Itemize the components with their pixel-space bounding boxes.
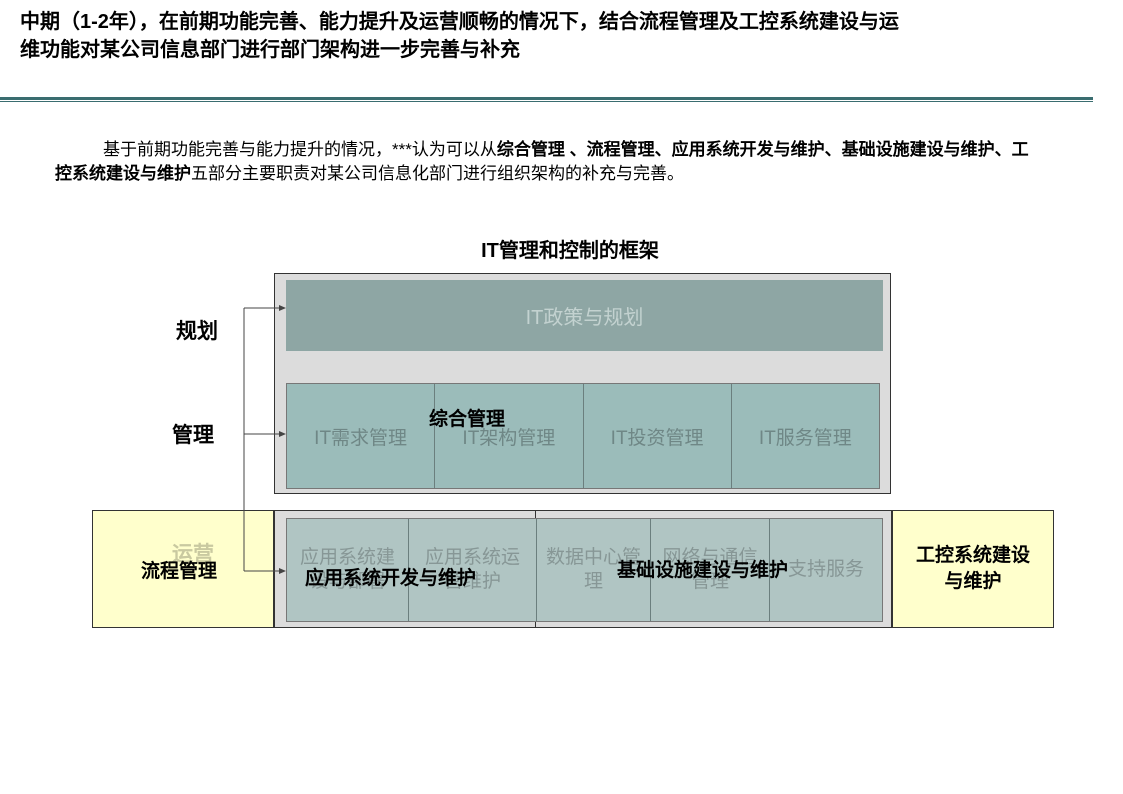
label-management: 管理 (172, 424, 214, 447)
slide-title: 中期（1-2年），在前期功能完善、能力提升及运营顺畅的情况下，结合流程管理及工控… (20, 11, 899, 61)
mgmt-cell-investment: IT投资管理 (584, 384, 732, 488)
label-app-dev-maintenance: 应用系统开发与维护 (305, 568, 477, 589)
ics-construction-box: 工控系统建设与维护 (892, 510, 1054, 628)
title-rule (0, 97, 1093, 100)
ics-construction-label: 工控系统建设与维护 (915, 545, 1030, 592)
intro-text-1: 基于前期功能完善与能力提升的情况，***认为可以从 (103, 140, 497, 159)
it-policy-bar: IT政策与规划 (286, 280, 883, 351)
label-process-management: 流程管理 (141, 561, 218, 582)
it-policy-label: IT政策与规划 (525, 307, 644, 329)
label-comprehensive-management: 综合管理 (429, 409, 506, 430)
mgmt-cell-architecture: IT架构管理 (435, 384, 584, 488)
mgmt-cell-service: IT服务管理 (758, 427, 852, 449)
management-row: IT需求管理 IT架构管理 IT投资管理 IT服务管理 (286, 383, 880, 489)
label-planning: 规划 (176, 320, 218, 343)
label-infra-construction: 基础设施建设与维护 (617, 560, 789, 581)
intro-text-2: 五部分主要职责对某公司信息化部门进行组织架构的补充与完善。 (191, 164, 684, 183)
intro-paragraph: 基于前期功能完善与能力提升的情况，***认为可以从综合管理 、流程管理、应用系统… (55, 138, 1045, 186)
diagram-title: IT管理和控制的框架 (481, 240, 659, 262)
mgmt-cell-requirements: IT需求管理 (287, 384, 436, 488)
title-rule-thin (0, 101, 1093, 102)
